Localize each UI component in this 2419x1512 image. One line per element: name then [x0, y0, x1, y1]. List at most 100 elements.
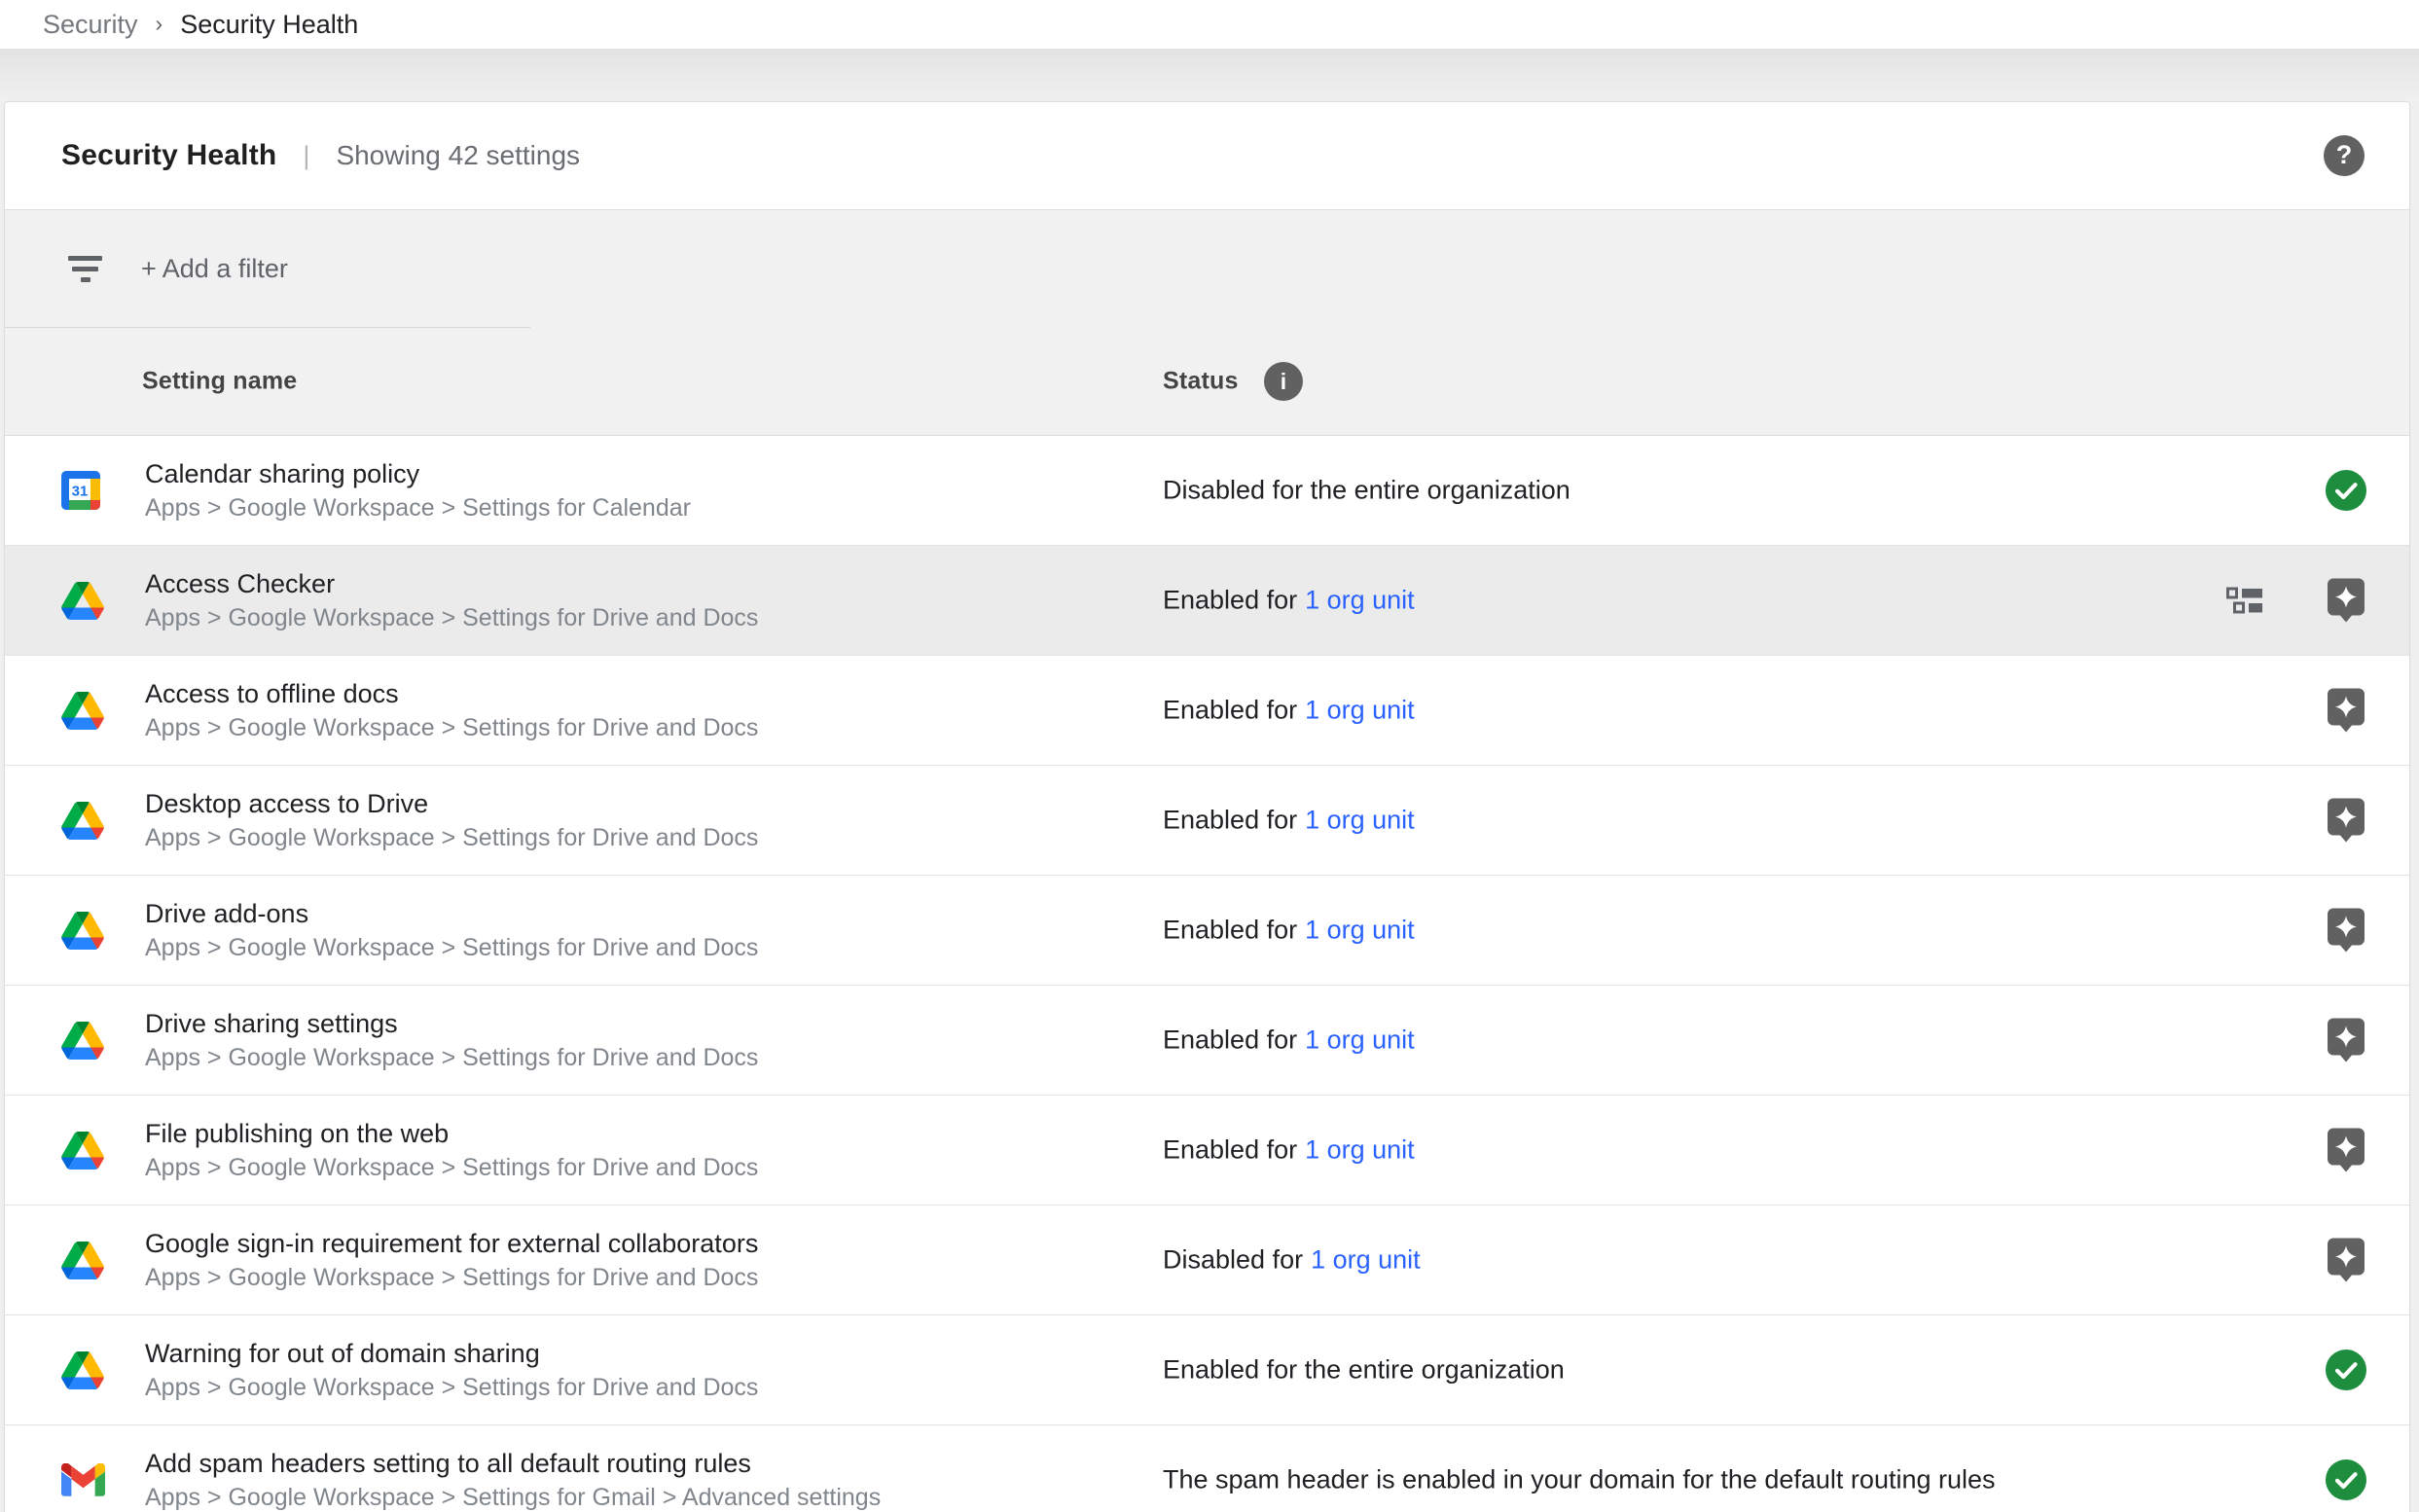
breadcrumb: Security › Security Health — [0, 0, 2419, 49]
table-row[interactable]: Google sign-in requirement for external … — [5, 1206, 2409, 1315]
gmail-icon — [61, 1459, 106, 1500]
setting-path: Apps > Google Workspace > Settings for D… — [145, 1042, 758, 1074]
status-ok-icon — [2326, 1459, 2366, 1500]
table-row[interactable]: Access to offline docs Apps > Google Wor… — [5, 656, 2409, 766]
card-header: Security Health | Showing 42 settings ? — [5, 102, 2409, 210]
org-unit-link[interactable]: 1 org unit — [1305, 586, 1415, 615]
status-ok-icon — [2326, 470, 2366, 511]
table-row[interactable]: Warning for out of domain sharing Apps >… — [5, 1315, 2409, 1425]
calendar-icon: 31 — [61, 470, 106, 511]
breadcrumb-current-page: Security Health — [180, 10, 358, 40]
setting-name: Access Checker — [145, 566, 758, 602]
row-text: Access Checker Apps > Google Workspace >… — [145, 566, 758, 634]
table-row[interactable]: Drive add-ons Apps > Google Workspace > … — [5, 876, 2409, 986]
table-row[interactable]: Desktop access to Drive Apps > Google Wo… — [5, 766, 2409, 876]
setting-path: Apps > Google Workspace > Settings for C… — [145, 492, 691, 524]
org-unit-link[interactable]: 1 org unit — [1305, 1026, 1415, 1055]
status-plain-text: Disabled for the entire organization — [1163, 476, 1571, 505]
column-header-status: Status — [1163, 368, 1239, 396]
status-text: Disabled for the entire organization — [1163, 476, 1571, 506]
status-text: Enabled for1 org unit — [1163, 1135, 1415, 1166]
drive-icon — [61, 800, 106, 841]
status-plain-text: The spam header is enabled in your domai… — [1163, 1465, 1996, 1494]
info-icon[interactable]: i — [1264, 362, 1303, 401]
row-text: Drive sharing settings Apps > Google Wor… — [145, 1006, 758, 1074]
column-header-setting-name: Setting name — [142, 368, 297, 396]
drive-icon — [61, 1020, 106, 1061]
org-unit-link[interactable]: 1 org unit — [1305, 1135, 1415, 1165]
status-text: Enabled for 1 org unit — [1163, 1026, 1415, 1056]
setting-path: Apps > Google Workspace > Settings for D… — [145, 1372, 758, 1404]
org-unit-link[interactable]: 1 org unit — [1305, 916, 1415, 945]
title-separator: | — [303, 141, 309, 171]
help-button[interactable]: ? — [2324, 135, 2365, 176]
status-plain-text: Disabled for — [1163, 1245, 1303, 1275]
table-row[interactable]: Add spam headers setting to all default … — [5, 1425, 2409, 1512]
row-text: Access to offline docs Apps > Google Wor… — [145, 676, 758, 744]
setting-path: Apps > Google Workspace > Settings for D… — [145, 932, 758, 964]
suggestion-icon[interactable] — [2328, 689, 2365, 733]
security-health-screen: Security › Security Health Security Heal… — [0, 0, 2419, 1512]
status-plain-text: Enabled for — [1163, 696, 1297, 725]
table-row[interactable]: 31 Calendar sharing policy Apps > Google… — [5, 436, 2409, 546]
row-text: File publishing on the web Apps > Google… — [145, 1116, 758, 1184]
question-mark-icon: ? — [2336, 142, 2353, 168]
setting-path: Apps > Google Workspace > Settings for D… — [145, 1262, 758, 1294]
org-units-icon — [2226, 588, 2263, 614]
status-plain-text: Enabled for — [1163, 916, 1297, 945]
setting-name: Add spam headers setting to all default … — [145, 1446, 881, 1482]
suggestion-icon[interactable] — [2328, 799, 2365, 843]
status-text: Enabled for 1 org unit — [1163, 696, 1415, 726]
chevron-right-icon: › — [156, 11, 163, 37]
status-plain-text: Enabled for the entire organization — [1163, 1355, 1565, 1385]
setting-name: Drive add-ons — [145, 896, 758, 932]
status-plain-text: Enabled for — [1163, 806, 1297, 835]
setting-name: Google sign-in requirement for external … — [145, 1226, 758, 1262]
suggestion-icon[interactable] — [2328, 1129, 2365, 1172]
setting-path: Apps > Google Workspace > Settings for D… — [145, 602, 758, 634]
row-text: Calendar sharing policy Apps > Google Wo… — [145, 456, 691, 524]
status-plain-text: Enabled for — [1163, 586, 1297, 615]
suggestion-icon[interactable] — [2328, 909, 2365, 953]
add-filter-button[interactable]: + Add a filter — [141, 254, 288, 284]
drive-icon — [61, 1130, 106, 1170]
status-text: Enabled for the entire organization — [1163, 1355, 1565, 1386]
org-unit-link[interactable]: 1 org unit — [1305, 696, 1415, 725]
drive-icon — [61, 910, 106, 951]
table-row[interactable]: File publishing on the web Apps > Google… — [5, 1096, 2409, 1206]
setting-name: Warning for out of domain sharing — [145, 1336, 758, 1372]
filter-list-icon — [68, 256, 102, 282]
status-plain-text: Enabled for — [1163, 1026, 1297, 1055]
row-text: Drive add-ons Apps > Google Workspace > … — [145, 896, 758, 964]
setting-name: Drive sharing settings — [145, 1006, 758, 1042]
setting-path: Apps > Google Workspace > Settings for D… — [145, 822, 758, 854]
org-unit-link[interactable]: 1 org unit — [1305, 806, 1415, 835]
breadcrumb-security-link[interactable]: Security — [43, 10, 138, 40]
setting-path: Apps > Google Workspace > Settings for D… — [145, 712, 758, 744]
page-title: Security Health — [61, 139, 276, 172]
status-text: Enabled for 1 org unit — [1163, 586, 1415, 616]
svg-text:31: 31 — [72, 484, 89, 500]
table-row[interactable]: Access Checker Apps > Google Workspace >… — [5, 546, 2409, 656]
setting-name: Calendar sharing policy — [145, 456, 691, 492]
settings-table-body: 31 Calendar sharing policy Apps > Google… — [5, 436, 2409, 1512]
table-header-row: Setting name Status i — [5, 328, 2409, 435]
table-row[interactable]: Drive sharing settings Apps > Google Wor… — [5, 986, 2409, 1096]
info-glyph: i — [1281, 369, 1286, 395]
drive-icon — [61, 1350, 106, 1390]
status-text: Enabled for 1 org unit — [1163, 916, 1415, 946]
page-background: Security Health | Showing 42 settings ? … — [0, 49, 2419, 1512]
suggestion-icon[interactable] — [2328, 579, 2365, 623]
suggestion-icon[interactable] — [2328, 1239, 2365, 1282]
filter-band: + Add a filter Setting name Status i — [5, 210, 2409, 436]
drive-icon — [61, 1240, 106, 1280]
row-text: Desktop access to Drive Apps > Google Wo… — [145, 786, 758, 854]
status-text: Enabled for 1 org unit — [1163, 806, 1415, 836]
drive-icon — [61, 580, 106, 621]
setting-path: Apps > Google Workspace > Settings for G… — [145, 1482, 881, 1512]
row-text: Warning for out of domain sharing Apps >… — [145, 1336, 758, 1404]
suggestion-icon[interactable] — [2328, 1019, 2365, 1062]
status-text: The spam header is enabled in your domai… — [1163, 1465, 1996, 1495]
org-unit-link[interactable]: 1 org unit — [1311, 1245, 1421, 1275]
filter-bar[interactable]: + Add a filter — [5, 210, 2409, 328]
